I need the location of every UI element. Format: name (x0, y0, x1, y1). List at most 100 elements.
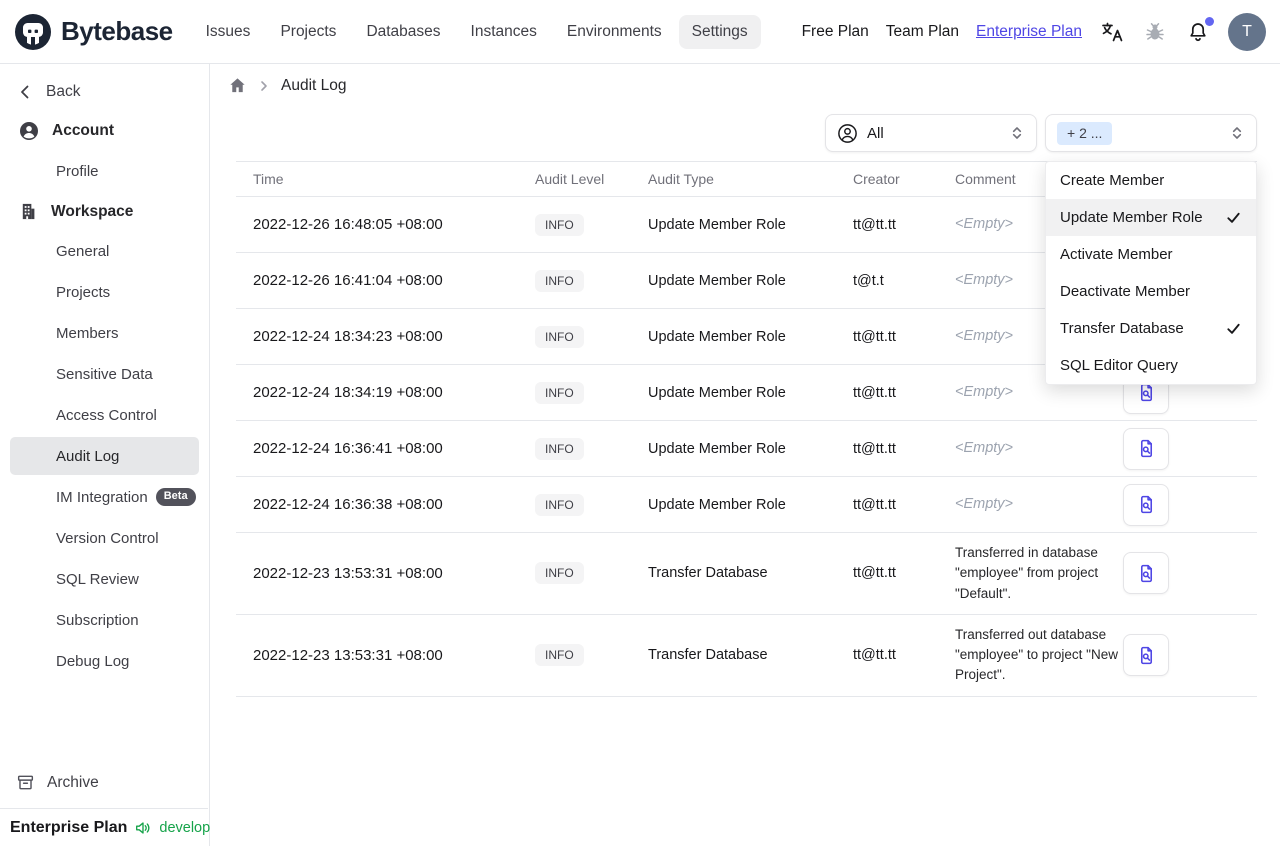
notifications-icon[interactable] (1185, 16, 1214, 45)
section-title-label: Workspace (51, 202, 134, 220)
sidebar-item-sql-review[interactable]: SQL Review (10, 560, 199, 598)
cell-time: 2022-12-23 13:53:31 +08:00 (253, 646, 443, 664)
cell-actions (1123, 634, 1257, 677)
sidebar-item-subscription[interactable]: Subscription (10, 601, 199, 639)
sidebar-item-version-control[interactable]: Version Control (10, 519, 199, 557)
translate-icon[interactable] (1099, 19, 1125, 45)
menu-item-label: Create Member (1060, 172, 1165, 189)
menu-item-deactivate-member[interactable]: Deactivate Member (1046, 273, 1256, 310)
plan-team-plan[interactable]: Team Plan (886, 23, 959, 41)
table-row: 2022-12-23 13:53:31 +08:00 INFO Transfer D… (236, 533, 1257, 615)
plan-links: Free Plan Team Plan Enterprise Plan (802, 23, 1082, 41)
menu-item-activate-member[interactable]: Activate Member (1046, 236, 1256, 273)
cell-creator: tt@tt.tt (853, 496, 896, 513)
cell-creator: tt@tt.tt (853, 565, 896, 582)
sidebar-item-label: Subscription (56, 611, 139, 629)
cell-audit-level: INFO (527, 437, 648, 460)
file-search-icon (1136, 438, 1157, 459)
sidebar-item-access-control[interactable]: Access Control (10, 396, 199, 434)
bytebase-logo[interactable]: Bytebase (0, 13, 173, 51)
bug-icon[interactable] (1142, 19, 1168, 45)
menu-item-update-member-role[interactable]: Update Member Role (1046, 199, 1256, 236)
plan-enterprise-plan[interactable]: Enterprise Plan (976, 23, 1082, 41)
nav-link-databases[interactable]: Databases (353, 15, 453, 49)
main-nav-links: Issues Projects Databases Instances Environm… (193, 14, 761, 49)
nav-link-environments[interactable]: Environments (554, 15, 675, 49)
column-header-time: Time (253, 171, 284, 187)
nav-link-instances[interactable]: Instances (458, 15, 550, 49)
selector-chevrons-icon (1009, 125, 1025, 141)
avatar-initial: T (1242, 22, 1252, 40)
creator-filter-select[interactable]: All (825, 114, 1037, 152)
footer-plan-label: Enterprise Plan (10, 818, 128, 836)
bytebase-logo-icon (14, 13, 52, 51)
cell-audit-type: Transfer Database (648, 565, 768, 582)
menu-item-create-member[interactable]: Create Member (1046, 162, 1256, 199)
brand-wordmark: Bytebase (61, 16, 173, 46)
menu-item-label: Deactivate Member (1060, 283, 1191, 300)
sidebar-item-general[interactable]: General (10, 232, 199, 270)
menu-item-transfer-database[interactable]: Transfer Database (1046, 310, 1256, 347)
level-badge: INFO (535, 325, 584, 348)
back-button[interactable]: Back (0, 78, 209, 106)
user-circle-icon (19, 121, 39, 141)
level-badge: INFO (535, 437, 584, 460)
avatar[interactable]: T (1228, 12, 1266, 51)
sidebar-item-projects[interactable]: Projects (10, 273, 199, 311)
chevron-right-icon (257, 79, 271, 93)
cell-comment: <Empty> (955, 439, 1014, 456)
home-icon[interactable] (228, 76, 247, 95)
nav-link-issues[interactable]: Issues (193, 15, 264, 49)
plan-footer: Enterprise Plan development (0, 808, 242, 846)
type-filter-value: + 2 ... (1057, 121, 1113, 145)
view-detail-button[interactable] (1123, 552, 1169, 595)
cell-audit-level: INFO (527, 644, 648, 667)
cell-creator: tt@tt.tt (853, 328, 896, 345)
cell-audit-level: INFO (527, 493, 648, 516)
cell-time: 2022-12-24 18:34:23 +08:00 (253, 328, 443, 345)
creator-filter-value: All (867, 124, 884, 142)
plan-free-plan[interactable]: Free Plan (802, 23, 869, 41)
cell-audit-type: Update Member Role (648, 216, 786, 233)
check-icon (1225, 320, 1242, 337)
sidebar-section-workspace: Workspace (0, 197, 209, 226)
nav-link-settings[interactable]: Settings (678, 14, 761, 49)
beta-badge: Beta (155, 487, 196, 507)
audit-type-filter-select[interactable]: + 2 ... (1045, 114, 1257, 152)
file-search-icon (1136, 382, 1157, 403)
sidebar-item-debug-log[interactable]: Debug Log (10, 642, 199, 680)
cell-audit-level: INFO (527, 213, 648, 236)
sidebar-item-members[interactable]: Members (10, 314, 199, 352)
sidebar-item-audit-log[interactable]: Audit Log (10, 437, 199, 475)
cell-creator: tt@tt.tt (853, 384, 896, 401)
sidebar-item-label: Audit Log (56, 447, 120, 465)
cell-comment: <Empty> (955, 495, 1014, 512)
sidebar-item-label: Members (56, 324, 119, 342)
page-title: Audit Log (281, 76, 347, 94)
sidebar-item-archive[interactable]: Archive (0, 766, 208, 799)
sidebar-item-label: SQL Review (56, 570, 139, 588)
table-row: 2022-12-23 13:53:31 +08:00 INFO Transfer D… (236, 615, 1257, 697)
view-detail-button[interactable] (1123, 634, 1169, 677)
view-detail-button[interactable] (1123, 427, 1169, 470)
column-header-audit-type: Audit Type (648, 171, 714, 187)
cell-time: 2022-12-26 16:41:04 +08:00 (253, 272, 443, 289)
nav-link-projects[interactable]: Projects (267, 15, 349, 49)
menu-item-sql-editor-query[interactable]: SQL Editor Query (1046, 347, 1256, 384)
file-search-icon (1136, 494, 1157, 515)
level-badge: INFO (535, 644, 584, 667)
sidebar-item-sensitive-data[interactable]: Sensitive Data (10, 355, 199, 393)
level-badge: INFO (535, 562, 584, 585)
cell-time: 2022-12-23 13:53:31 +08:00 (253, 564, 443, 582)
cell-audit-type: Update Member Role (648, 328, 786, 345)
sidebar-item-profile[interactable]: Profile (10, 152, 199, 190)
section-title-label: Account (52, 122, 114, 139)
menu-item-label: SQL Editor Query (1060, 357, 1178, 374)
breadcrumb: Audit Log (228, 76, 347, 95)
cell-creator: t@t.t (853, 272, 884, 289)
menu-item-label: Update Member Role (1060, 209, 1203, 226)
view-detail-button[interactable] (1123, 483, 1169, 526)
cell-creator: tt@tt.tt (853, 647, 896, 664)
sidebar-item-label: Profile (56, 162, 99, 180)
sidebar-item-im-integration[interactable]: IM Integration Beta (10, 478, 199, 516)
